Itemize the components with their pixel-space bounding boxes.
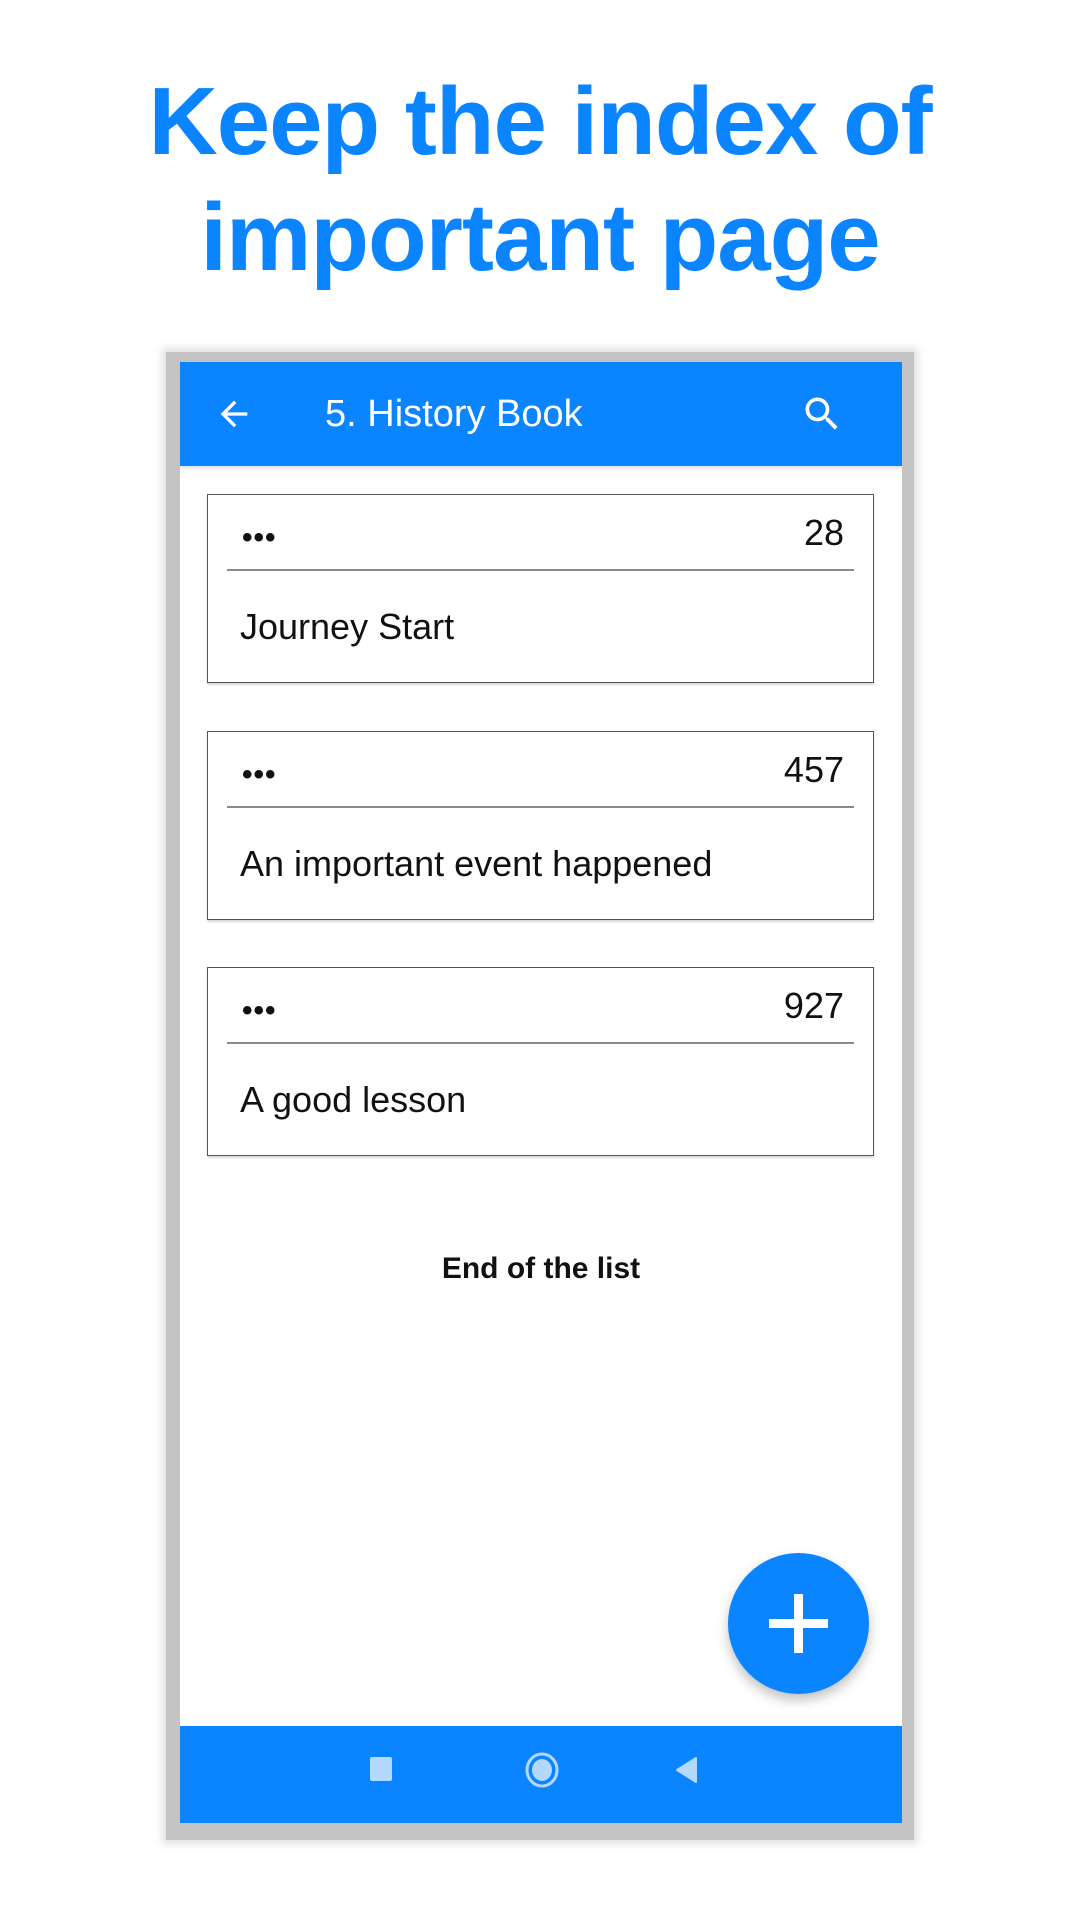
add-bookmark-button[interactable] <box>728 1553 869 1694</box>
bookmark-label: An important event happened <box>240 843 713 884</box>
back-triangle-icon[interactable] <box>674 1756 698 1784</box>
divider <box>227 1042 854 1044</box>
bookmark-card[interactable]: ••• 927 A good lesson <box>207 967 874 1156</box>
promo-headline: Keep the index of important page <box>0 64 1080 296</box>
divider <box>227 569 854 571</box>
bookmark-card[interactable]: ••• 28 Journey Start <box>207 494 874 683</box>
search-icon <box>805 397 838 430</box>
back-button[interactable] <box>214 394 254 434</box>
plus-icon <box>769 1594 828 1653</box>
headline-line-2: important page <box>200 184 880 291</box>
page-number: 927 <box>783 985 844 1026</box>
end-of-list-text: End of the list <box>441 1252 641 1285</box>
page-number: 28 <box>803 512 844 553</box>
page-title: 5. History Book <box>325 393 583 435</box>
more-options-button[interactable]: ••• <box>242 521 277 555</box>
more-options-button[interactable]: ••• <box>242 994 277 1028</box>
bookmark-label: A good lesson <box>240 1079 467 1120</box>
more-options-button[interactable]: ••• <box>242 758 277 792</box>
system-nav-bar <box>180 1726 902 1823</box>
arrow-left-icon <box>220 400 248 428</box>
search-button[interactable] <box>800 392 844 436</box>
bookmark-label: Journey Start <box>240 606 455 647</box>
app-bar: 5. History Book <box>180 362 902 466</box>
bookmark-card[interactable]: ••• 457 An important event happened <box>207 731 874 920</box>
recents-square-icon[interactable] <box>369 1756 393 1782</box>
divider <box>227 806 854 808</box>
page-number: 457 <box>783 749 844 790</box>
home-circle-icon[interactable] <box>524 1752 560 1788</box>
headline-line-1: Keep the index of <box>148 68 932 175</box>
phone-screen: 5. History Book ••• 28 Journey Start •••… <box>180 362 902 1823</box>
